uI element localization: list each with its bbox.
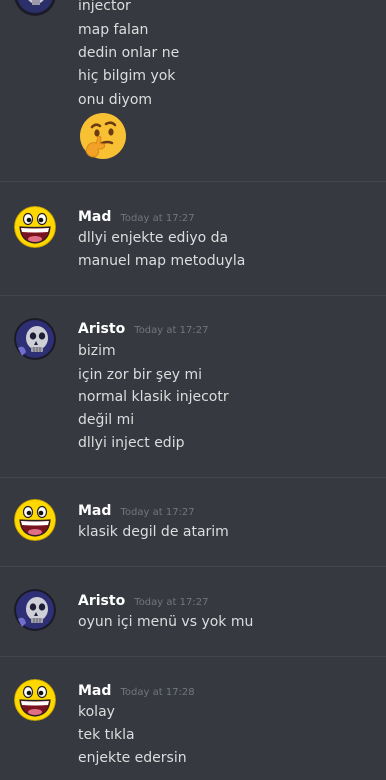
message-divider [0,295,386,296]
message-text: normal klasik injecotr [78,389,229,405]
author-name[interactable]: Aristo [78,321,125,337]
timestamp: Today at 17:27 [134,597,209,608]
message-header: Aristo Today at 17:27 [78,318,208,338]
timestamp: Today at 17:28 [120,687,195,698]
timestamp: Today at 17:27 [120,213,195,224]
skull-avatar[interactable] [14,318,56,360]
message-text: dllyi inject edip [78,435,185,451]
message-text: enjekte edersin [78,750,187,766]
message-text: değil mi [78,412,135,428]
message-header: Mad Today at 17:27 [78,500,195,520]
message-text: tek tıkla [78,727,135,743]
author-name[interactable]: Mad [78,209,111,225]
message-text: dllyi enjekte ediyo da [78,230,229,246]
message-text: manuel map metoduyla [78,253,246,269]
awesome-face-avatar[interactable] [14,206,56,248]
message-header: Mad Today at 17:28 [78,680,195,700]
author-name[interactable]: Aristo [78,593,125,609]
message-text: injector [78,0,131,14]
message-header: Aristo Today at 17:27 [78,590,208,610]
message-text: onu diyom [78,92,153,108]
message-header: Mad Today at 17:27 [78,206,195,226]
message-text: oyun içi menü vs yok mu [78,614,254,630]
message-text: için zor bir şey mi [78,367,203,383]
message-divider [0,477,386,478]
message-text: bizim [78,343,116,359]
message-text: hiç bilgim yok [78,68,176,84]
awesome-face-avatar[interactable] [14,499,56,541]
thinking-face-emoji-icon[interactable] [78,111,128,161]
message-divider [0,566,386,567]
skull-avatar[interactable] [14,0,56,16]
message-divider [0,181,386,182]
author-name[interactable]: Mad [78,503,111,519]
message-divider [0,656,386,657]
message-text: dedin onlar ne [78,45,180,61]
author-name[interactable]: Mad [78,683,111,699]
skull-avatar[interactable] [14,589,56,631]
timestamp: Today at 17:27 [120,507,195,518]
message-text: klasik degil de atarim [78,524,229,540]
message-text: kolay [78,704,115,720]
message-text: map falan [78,22,149,38]
awesome-face-avatar[interactable] [14,679,56,721]
timestamp: Today at 17:27 [134,325,209,336]
